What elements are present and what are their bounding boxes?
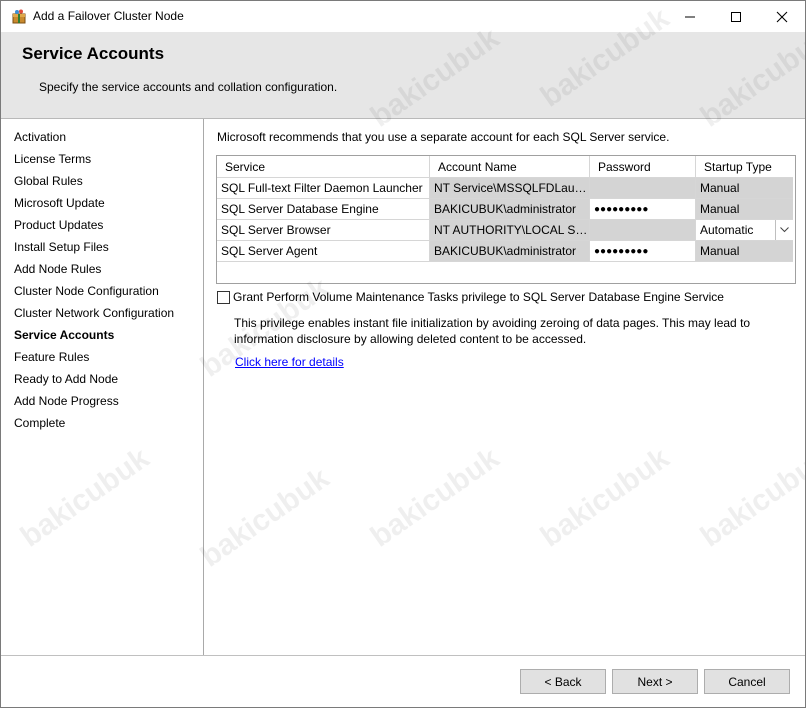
grant-privilege-checkbox[interactable] (217, 291, 230, 304)
password-field[interactable]: ●●●●●●●●● (590, 199, 696, 220)
column-header-account-name[interactable]: Account Name (430, 156, 590, 178)
startup-type-field: Manual (696, 199, 793, 220)
close-button[interactable] (759, 1, 805, 32)
password-field (590, 220, 696, 241)
account-name-field[interactable]: BAKICUBUK\administrator (430, 241, 590, 262)
nav-item-install-setup-files[interactable]: Install Setup Files (14, 240, 109, 254)
startup-type-field: Manual (696, 241, 793, 262)
setup-window: Add a Failover Cluster Node Service Acco… (0, 0, 806, 708)
nav-item-complete[interactable]: Complete (14, 416, 65, 430)
startup-type-dropdown[interactable]: Automatic (696, 220, 793, 241)
intro-text: Microsoft recommends that you use a sepa… (217, 130, 670, 144)
grant-privilege-label[interactable]: Grant Perform Volume Maintenance Tasks p… (233, 290, 724, 304)
nav-item-global-rules[interactable]: Global Rules (14, 174, 83, 188)
next-button[interactable]: Next > (612, 669, 698, 694)
nav-item-ready-to-add-node[interactable]: Ready to Add Node (14, 372, 118, 386)
table-row-service: SQL Full-text Filter Daemon Launcher (217, 178, 430, 199)
table-row-service: SQL Server Agent (217, 241, 430, 262)
startup-type-field: Manual (696, 178, 793, 199)
wizard-footer: < Back Next > Cancel (1, 655, 805, 707)
privilege-description: This privilege enables instant file init… (234, 316, 751, 346)
back-button[interactable]: < Back (520, 669, 606, 694)
service-accounts-grid: Service Account Name Password Startup Ty… (216, 155, 796, 284)
page-title: Service Accounts (22, 44, 165, 63)
details-link[interactable]: Click here for details (235, 355, 344, 369)
minimize-icon (685, 16, 695, 17)
nav-item-add-node-progress[interactable]: Add Node Progress (14, 394, 119, 408)
nav-item-microsoft-update[interactable]: Microsoft Update (14, 196, 105, 210)
column-header-service[interactable]: Service (217, 156, 430, 178)
window-title: Add a Failover Cluster Node (33, 9, 184, 23)
nav-item-add-node-rules[interactable]: Add Node Rules (14, 262, 101, 276)
nav-item-service-accounts[interactable]: Service Accounts (14, 328, 114, 342)
wizard-steps-nav: Activation License Terms Global Rules Mi… (1, 119, 204, 655)
password-field[interactable]: ●●●●●●●●● (590, 241, 696, 262)
nav-item-feature-rules[interactable]: Feature Rules (14, 350, 89, 364)
startup-type-value: Automatic (700, 223, 754, 237)
cancel-button[interactable]: Cancel (704, 669, 790, 694)
password-field (590, 178, 696, 199)
table-row-service: SQL Server Browser (217, 220, 430, 241)
title-bar: Add a Failover Cluster Node (1, 1, 805, 32)
nav-item-cluster-node-configuration[interactable]: Cluster Node Configuration (14, 284, 159, 298)
close-icon (776, 11, 788, 22)
page-header: Service Accounts Specify the service acc… (1, 32, 805, 119)
account-name-field[interactable]: BAKICUBUK\administrator (430, 199, 590, 220)
column-header-password[interactable]: Password (590, 156, 696, 178)
nav-item-cluster-network-configuration[interactable]: Cluster Network Configuration (14, 306, 174, 320)
main-content: Microsoft recommends that you use a sepa… (204, 119, 805, 655)
page-subtitle: Specify the service accounts and collati… (39, 80, 338, 94)
column-header-startup-type[interactable]: Startup Type (696, 156, 793, 178)
nav-item-license-terms[interactable]: License Terms (14, 152, 91, 166)
account-name-field: NT AUTHORITY\LOCAL SE... (430, 220, 590, 241)
maximize-icon (731, 11, 741, 22)
setup-app-icon (12, 9, 26, 24)
account-name-field: NT Service\MSSQLFDLaun... (430, 178, 590, 199)
nav-item-product-updates[interactable]: Product Updates (14, 218, 103, 232)
maximize-button[interactable] (713, 1, 759, 32)
nav-item-activation[interactable]: Activation (14, 130, 66, 144)
minimize-button[interactable] (667, 1, 713, 32)
table-row-service: SQL Server Database Engine (217, 199, 430, 220)
chevron-down-icon[interactable] (775, 220, 793, 240)
